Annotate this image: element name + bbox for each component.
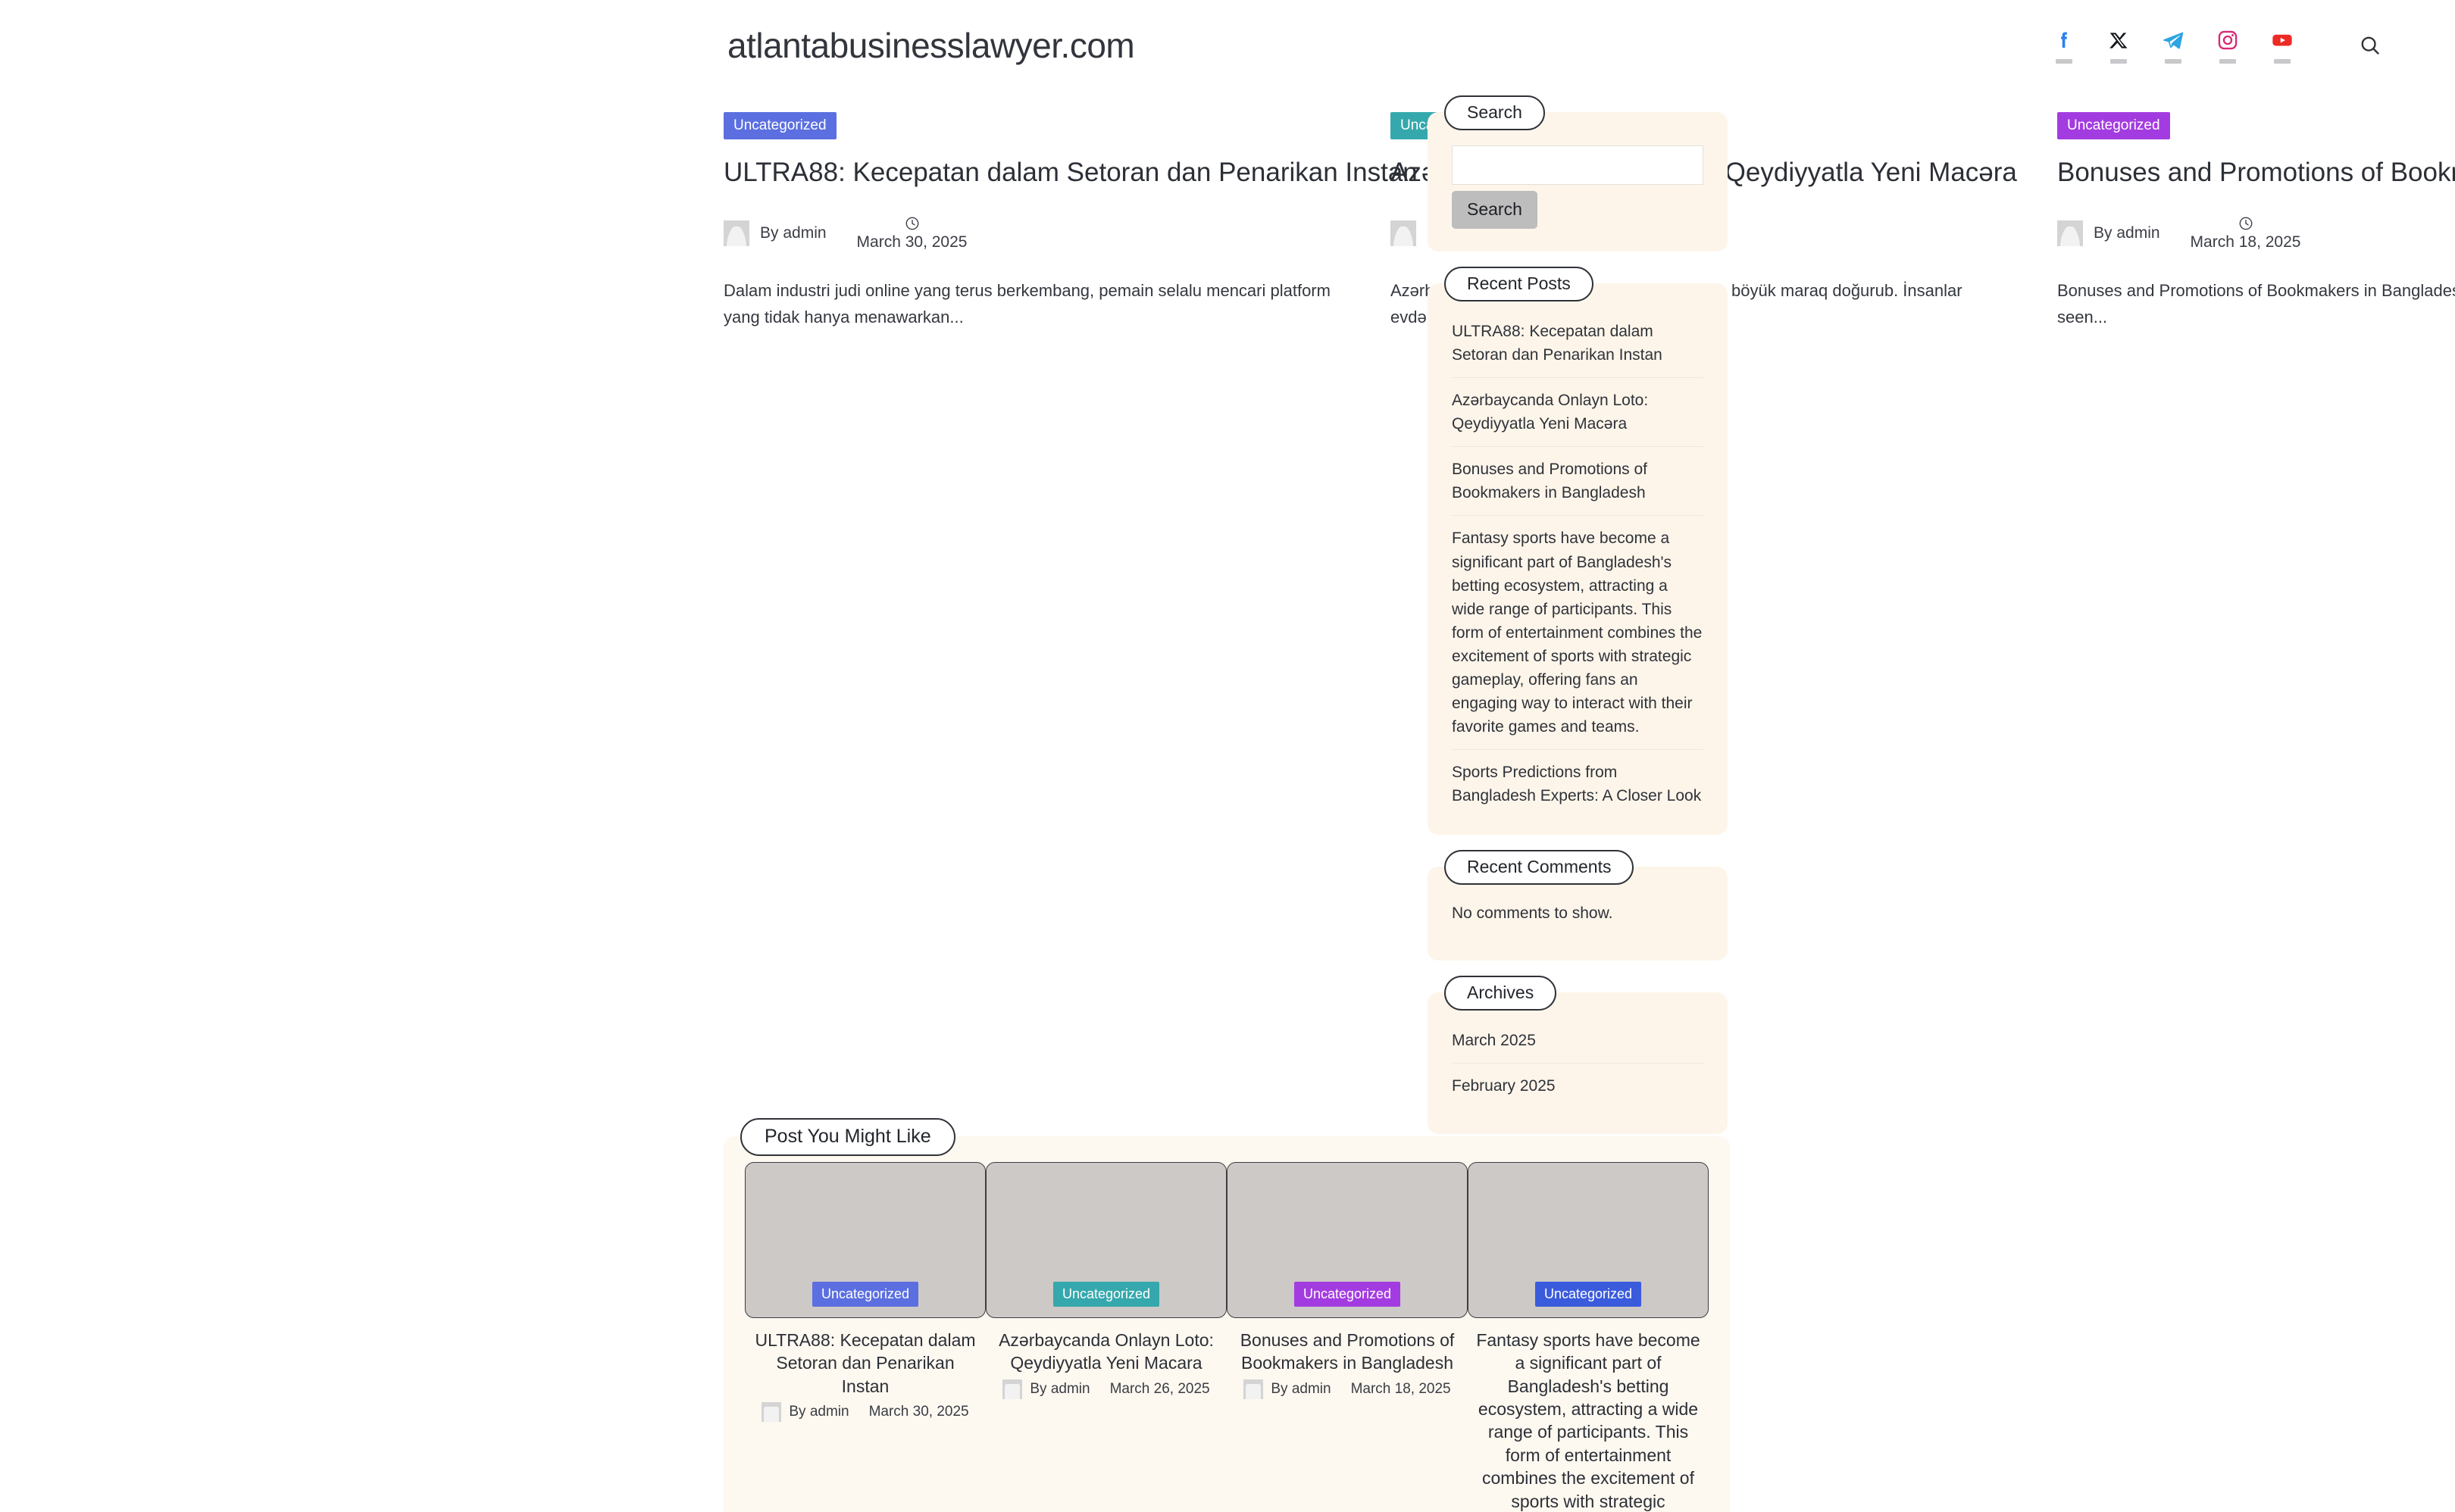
search-input[interactable] bbox=[1452, 145, 1703, 185]
avatar bbox=[724, 220, 749, 246]
related-category-badge[interactable]: Uncategorized bbox=[1293, 1282, 1401, 1307]
related-date: March 18, 2025 bbox=[1350, 1380, 1451, 1397]
related-meta: By admin March 18, 2025 bbox=[1234, 1379, 1460, 1399]
related-date: March 30, 2025 bbox=[868, 1404, 969, 1420]
related-posts-section: Post You Might Like Uncategorized ULTRA8… bbox=[724, 1118, 1730, 1512]
post-date: March 30, 2025 bbox=[856, 233, 968, 251]
related-posts-title: Post You Might Like bbox=[740, 1118, 955, 1156]
list-item[interactable]: Fantasy sports have become a significant… bbox=[1452, 516, 1703, 751]
avatar bbox=[2057, 220, 2083, 246]
x-twitter-icon bbox=[2109, 27, 2129, 53]
avatar bbox=[1243, 1379, 1264, 1399]
post-author[interactable]: By admin bbox=[760, 224, 827, 242]
related-thumbnail[interactable]: Uncategorized bbox=[986, 1162, 1227, 1318]
related-card-body: Fantasy sports have become a significant… bbox=[1468, 1318, 1709, 1512]
post-category-badge[interactable]: Uncategorized bbox=[724, 112, 837, 139]
recent-comments-empty: No comments to show. bbox=[1452, 904, 1613, 923]
post-date-group: March 30, 2025 bbox=[856, 215, 968, 251]
widget-recent-posts: Recent Posts ULTRA88: Kecepatan dalam Se… bbox=[1428, 267, 1728, 836]
list-item[interactable]: ULTRA88: Kecepatan dalam Setoran dan Pen… bbox=[1452, 317, 1703, 379]
related-post-title[interactable]: Azərbaycanda Onlayn Loto: Qeydiyyatla Ye… bbox=[993, 1329, 1219, 1375]
post-author[interactable]: By admin bbox=[2094, 224, 2160, 242]
related-author[interactable]: By admin bbox=[1271, 1381, 1331, 1398]
related-card[interactable]: Uncategorized ULTRA88: Kecepatan dalam S… bbox=[745, 1162, 986, 1512]
facebook-icon bbox=[2053, 27, 2075, 53]
related-category-badge[interactable]: Uncategorized bbox=[1534, 1282, 1642, 1307]
post-meta: By admin March 30, 2025 bbox=[724, 215, 1345, 251]
social-link-x[interactable] bbox=[2102, 27, 2135, 64]
social-link-instagram[interactable] bbox=[2211, 27, 2244, 64]
post-meta: By admin March 18, 2025 bbox=[2057, 215, 2455, 251]
widget-title-recent-comments: Recent Comments bbox=[1444, 850, 1634, 886]
list-item[interactable]: Sports Predictions from Bangladesh Exper… bbox=[1452, 750, 1703, 812]
related-meta: By admin March 26, 2025 bbox=[993, 1379, 1219, 1399]
related-category-badge[interactable]: Uncategorized bbox=[812, 1282, 919, 1307]
post-excerpt: Bonuses and Promotions of Bookmakers in … bbox=[2057, 280, 2455, 327]
widget-recent-comments: Recent Comments No comments to show. bbox=[1428, 850, 1728, 961]
sidebar: Search Search Recent Posts ULTRA88: Kece… bbox=[1428, 95, 1728, 1294]
header-right bbox=[2047, 27, 2387, 64]
post-card: Uncategorized ULTRA88: Kecepatan dalam S… bbox=[724, 112, 1418, 331]
list-item[interactable]: Azərbaycanda Onlayn Loto: Qeydiyyatla Ye… bbox=[1452, 378, 1703, 448]
post-date: March 18, 2025 bbox=[2190, 233, 2301, 251]
widget-title-archives: Archives bbox=[1444, 975, 1557, 1011]
widget-title-search: Search bbox=[1444, 95, 1545, 130]
social-underline bbox=[2219, 59, 2236, 64]
telegram-icon bbox=[2161, 27, 2185, 53]
recent-posts-list: ULTRA88: Kecepatan dalam Setoran dan Pen… bbox=[1452, 317, 1703, 812]
related-category-badge[interactable]: Uncategorized bbox=[1052, 1282, 1160, 1307]
related-author[interactable]: By admin bbox=[789, 1404, 849, 1420]
widget-search: Search Search bbox=[1428, 95, 1728, 251]
related-posts-grid: Uncategorized ULTRA88: Kecepatan dalam S… bbox=[745, 1162, 1709, 1512]
list-item[interactable]: Bonuses and Promotions of Bookmakers in … bbox=[1452, 447, 1703, 517]
related-card[interactable]: Uncategorized Bonuses and Promotions of … bbox=[1227, 1162, 1468, 1512]
archives-list: March 2025 February 2025 bbox=[1452, 1026, 1703, 1102]
social-links bbox=[2047, 27, 2299, 64]
social-underline bbox=[2274, 59, 2291, 64]
related-post-title[interactable]: ULTRA88: Kecepatan dalam Setoran dan Pen… bbox=[752, 1329, 978, 1398]
social-link-telegram[interactable] bbox=[2156, 27, 2190, 64]
related-thumbnail[interactable]: Uncategorized bbox=[1468, 1162, 1709, 1318]
avatar bbox=[1002, 1379, 1023, 1399]
avatar bbox=[1390, 220, 1416, 246]
social-underline bbox=[2110, 59, 2127, 64]
clock-icon bbox=[905, 217, 918, 230]
search-submit-button[interactable]: Search bbox=[1452, 191, 1537, 229]
related-card[interactable]: Uncategorized Azərbaycanda Onlayn Loto: … bbox=[986, 1162, 1227, 1512]
related-post-title[interactable]: Bonuses and Promotions of Bookmakers in … bbox=[1234, 1329, 1460, 1375]
post-list: Uncategorized ULTRA88: Kecepatan dalam S… bbox=[0, 112, 2455, 331]
related-card[interactable]: Uncategorized Fantasy sports have become… bbox=[1468, 1162, 1709, 1512]
instagram-icon bbox=[2217, 27, 2238, 53]
social-underline bbox=[2165, 59, 2181, 64]
youtube-icon bbox=[2270, 27, 2294, 53]
related-thumbnail[interactable]: Uncategorized bbox=[745, 1162, 986, 1318]
related-card-body: Azərbaycanda Onlayn Loto: Qeydiyyatla Ye… bbox=[986, 1318, 1227, 1399]
related-date: March 26, 2025 bbox=[1109, 1380, 1210, 1397]
search-icon[interactable] bbox=[2353, 29, 2387, 62]
related-thumbnail[interactable]: Uncategorized bbox=[1227, 1162, 1468, 1318]
related-meta: By admin March 30, 2025 bbox=[752, 1402, 978, 1423]
widget-title-recent-posts: Recent Posts bbox=[1444, 267, 1593, 301]
list-item[interactable]: February 2025 bbox=[1452, 1064, 1703, 1102]
post-category-badge[interactable]: Uncategorized bbox=[2057, 112, 2170, 139]
post-excerpt: Dalam industri judi online yang terus be… bbox=[724, 280, 1331, 327]
related-card-body: Bonuses and Promotions of Bookmakers in … bbox=[1227, 1318, 1468, 1399]
post-title[interactable]: ULTRA88: Kecepatan dalam Setoran dan Pen… bbox=[724, 156, 1418, 189]
related-card-body: ULTRA88: Kecepatan dalam Setoran dan Pen… bbox=[745, 1318, 986, 1423]
clock-icon bbox=[2239, 217, 2252, 230]
social-link-facebook[interactable] bbox=[2047, 27, 2081, 64]
social-underline bbox=[2056, 59, 2072, 64]
avatar bbox=[762, 1402, 782, 1423]
related-author[interactable]: By admin bbox=[1030, 1381, 1090, 1398]
post-title[interactable]: Bonuses and Promotions of Bookmakers in … bbox=[2057, 156, 2455, 189]
list-item[interactable]: March 2025 bbox=[1452, 1026, 1703, 1064]
post-card: Uncategorized Bonuses and Promotions of … bbox=[2057, 112, 2455, 331]
post-date-group: March 18, 2025 bbox=[2190, 215, 2301, 251]
site-title[interactable]: atlantabusinesslawyer.com bbox=[727, 25, 1135, 66]
related-post-title[interactable]: Fantasy sports have become a significant… bbox=[1475, 1329, 1701, 1512]
site-header: atlantabusinesslawyer.com bbox=[0, 0, 2455, 91]
social-link-youtube[interactable] bbox=[2266, 27, 2299, 64]
widget-archives: Archives March 2025 February 2025 bbox=[1428, 975, 1728, 1134]
